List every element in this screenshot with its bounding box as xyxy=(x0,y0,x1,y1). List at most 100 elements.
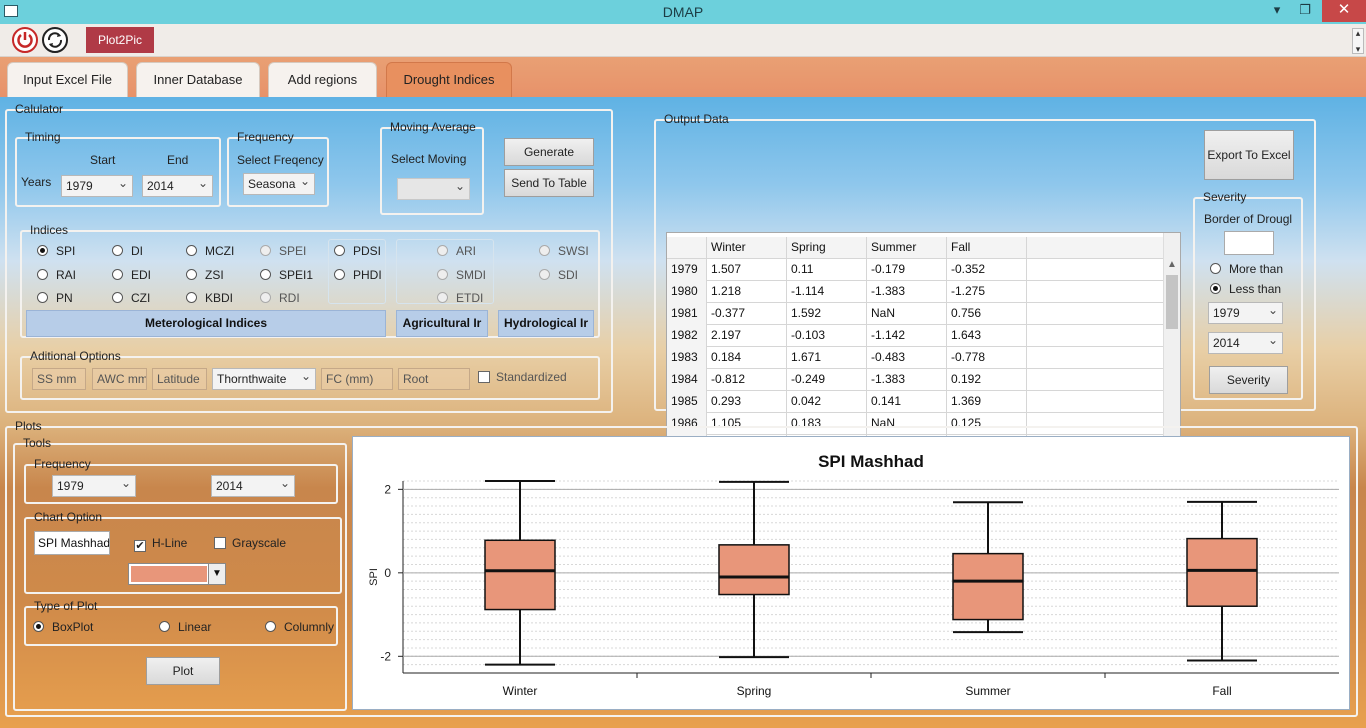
radio-zsi[interactable]: ZSI xyxy=(186,268,224,282)
plot-button[interactable]: Plot xyxy=(146,657,220,685)
export-to-excel-button[interactable]: Export To Excel xyxy=(1204,130,1294,180)
header-summer[interactable]: Summer xyxy=(867,237,947,259)
radio-rai[interactable]: RAI xyxy=(37,268,76,282)
row-year[interactable]: 1985 xyxy=(667,391,707,413)
power-icon[interactable] xyxy=(12,27,38,53)
radio-czi[interactable]: CZI xyxy=(112,291,150,305)
scroll-thumb[interactable] xyxy=(1166,275,1178,329)
row-year[interactable]: 1983 xyxy=(667,347,707,369)
radio-mczi[interactable]: MCZI xyxy=(186,244,234,258)
table-cell[interactable]: -1.383 xyxy=(867,369,947,391)
pet-method-select[interactable]: Thornthwaite xyxy=(212,368,316,390)
generate-button[interactable]: Generate xyxy=(504,138,594,166)
radio-sdi[interactable]: SDI xyxy=(539,268,578,282)
table-row[interactable]: 1980 1.218 -1.114 -1.383 -1.275 xyxy=(667,281,1163,303)
root-input[interactable]: Root xyxy=(398,368,470,390)
radio-more-than[interactable]: More than xyxy=(1210,262,1283,276)
table-cell[interactable]: 0.293 xyxy=(707,391,787,413)
table-cell[interactable]: 0.192 xyxy=(947,369,1027,391)
table-row[interactable]: 1979 1.507 0.11 -0.179 -0.352 xyxy=(667,259,1163,281)
table-cell[interactable]: -0.812 xyxy=(707,369,787,391)
table-cell[interactable]: -1.114 xyxy=(787,281,867,303)
severity-from-select[interactable]: 1979 xyxy=(1208,302,1283,324)
radio-pn[interactable]: PN xyxy=(37,291,73,305)
table-cell[interactable]: -1.275 xyxy=(947,281,1027,303)
table-cell[interactable]: -1.383 xyxy=(867,281,947,303)
table-cell[interactable]: 1.671 xyxy=(787,347,867,369)
severity-threshold-input[interactable] xyxy=(1224,231,1274,255)
tab-inner-database[interactable]: Inner Database xyxy=(136,62,260,97)
table-cell[interactable]: -1.142 xyxy=(867,325,947,347)
table-row[interactable]: 1984 -0.812 -0.249 -1.383 0.192 xyxy=(667,369,1163,391)
grayscale-checkbox[interactable]: Grayscale xyxy=(214,536,286,550)
radio-phdi[interactable]: PHDI xyxy=(334,268,382,282)
close-button[interactable]: ✕ xyxy=(1322,0,1366,22)
row-year[interactable]: 1979 xyxy=(667,259,707,281)
row-year[interactable]: 1984 xyxy=(667,369,707,391)
hline-checkbox[interactable]: ✔ H-Line xyxy=(134,536,187,552)
toolbar-scroll[interactable]: ▴ ▾ xyxy=(1352,28,1364,54)
maximize-button[interactable]: ❐ xyxy=(1290,0,1320,22)
table-cell[interactable]: -0.179 xyxy=(867,259,947,281)
scroll-up-icon[interactable]: ▲ xyxy=(1167,259,1177,270)
table-cell[interactable]: -0.352 xyxy=(947,259,1027,281)
header-winter[interactable]: Winter xyxy=(707,237,787,259)
minimize-button[interactable]: ▾ xyxy=(1262,0,1292,22)
tab-add-regions[interactable]: Add regions xyxy=(268,62,377,97)
table-cell[interactable]: 1.218 xyxy=(707,281,787,303)
radio-kbdi[interactable]: KBDI xyxy=(186,291,233,305)
radio-swsi[interactable]: SWSI xyxy=(539,244,589,258)
refresh-icon[interactable] xyxy=(42,27,68,53)
table-cell[interactable]: 0.184 xyxy=(707,347,787,369)
table-cell[interactable]: 1.643 xyxy=(947,325,1027,347)
chart-name-input[interactable]: SPI Mashhad xyxy=(34,531,110,555)
awc-input[interactable]: AWC mm xyxy=(92,368,147,390)
header-spring[interactable]: Spring xyxy=(787,237,867,259)
table-row[interactable]: 1981 -0.377 1.592 NaN 0.756 xyxy=(667,303,1163,325)
table-row[interactable]: 1983 0.184 1.671 -0.483 -0.778 xyxy=(667,347,1163,369)
severity-button[interactable]: Severity xyxy=(1209,366,1288,394)
severity-to-select[interactable]: 2014 xyxy=(1208,332,1283,354)
table-cell[interactable]: -0.249 xyxy=(787,369,867,391)
radio-less-than[interactable]: Less than xyxy=(1210,282,1281,296)
color-dropdown-icon[interactable]: ▼ xyxy=(208,564,225,584)
table-cell[interactable]: 1.507 xyxy=(707,259,787,281)
tab-input-excel[interactable]: Input Excel File xyxy=(7,62,128,97)
table-cell[interactable]: 0.756 xyxy=(947,303,1027,325)
ss-input[interactable]: SS mm xyxy=(32,368,86,390)
row-year[interactable]: 1981 xyxy=(667,303,707,325)
send-to-table-button[interactable]: Send To Table xyxy=(504,169,594,197)
standardized-checkbox[interactable]: Standardized xyxy=(478,370,567,384)
radio-edi[interactable]: EDI xyxy=(112,268,151,282)
start-year-select[interactable]: 1979 xyxy=(61,175,133,197)
radio-rdi[interactable]: RDI xyxy=(260,291,300,305)
radio-spi[interactable]: SPI xyxy=(37,244,75,258)
radio-columnly[interactable]: Columnly xyxy=(265,620,334,634)
table-cell[interactable]: NaN xyxy=(867,303,947,325)
color-picker[interactable]: ▼ xyxy=(128,563,226,585)
row-year[interactable]: 1980 xyxy=(667,281,707,303)
header-fall[interactable]: Fall xyxy=(947,237,1027,259)
plot-to-select[interactable]: 2014 xyxy=(211,475,295,497)
plot2pic-button[interactable]: Plot2Pic xyxy=(86,27,154,53)
radio-smdi[interactable]: SMDI xyxy=(437,268,486,282)
frequency-select[interactable]: Seasona xyxy=(243,173,315,195)
radio-di[interactable]: DI xyxy=(112,244,143,258)
radio-boxplot[interactable]: BoxPlot xyxy=(33,620,93,634)
radio-spei[interactable]: SPEI xyxy=(260,244,306,258)
radio-spei1[interactable]: SPEI1 xyxy=(260,268,313,282)
latitude-input[interactable]: Latitude xyxy=(152,368,207,390)
moving-average-select[interactable] xyxy=(397,178,470,200)
end-year-select[interactable]: 2014 xyxy=(142,175,213,197)
table-row[interactable]: 1982 2.197 -0.103 -1.142 1.643 xyxy=(667,325,1163,347)
table-cell[interactable]: -0.103 xyxy=(787,325,867,347)
radio-ari[interactable]: ARI xyxy=(437,244,476,258)
plot-from-select[interactable]: 1979 xyxy=(52,475,136,497)
row-year[interactable]: 1982 xyxy=(667,325,707,347)
table-cell[interactable]: 2.197 xyxy=(707,325,787,347)
table-cell[interactable]: -0.778 xyxy=(947,347,1027,369)
tab-drought-indices[interactable]: Drought Indices xyxy=(386,62,512,97)
table-cell[interactable]: 1.369 xyxy=(947,391,1027,413)
radio-etdi[interactable]: ETDI xyxy=(437,291,483,305)
table-cell[interactable]: 0.141 xyxy=(867,391,947,413)
